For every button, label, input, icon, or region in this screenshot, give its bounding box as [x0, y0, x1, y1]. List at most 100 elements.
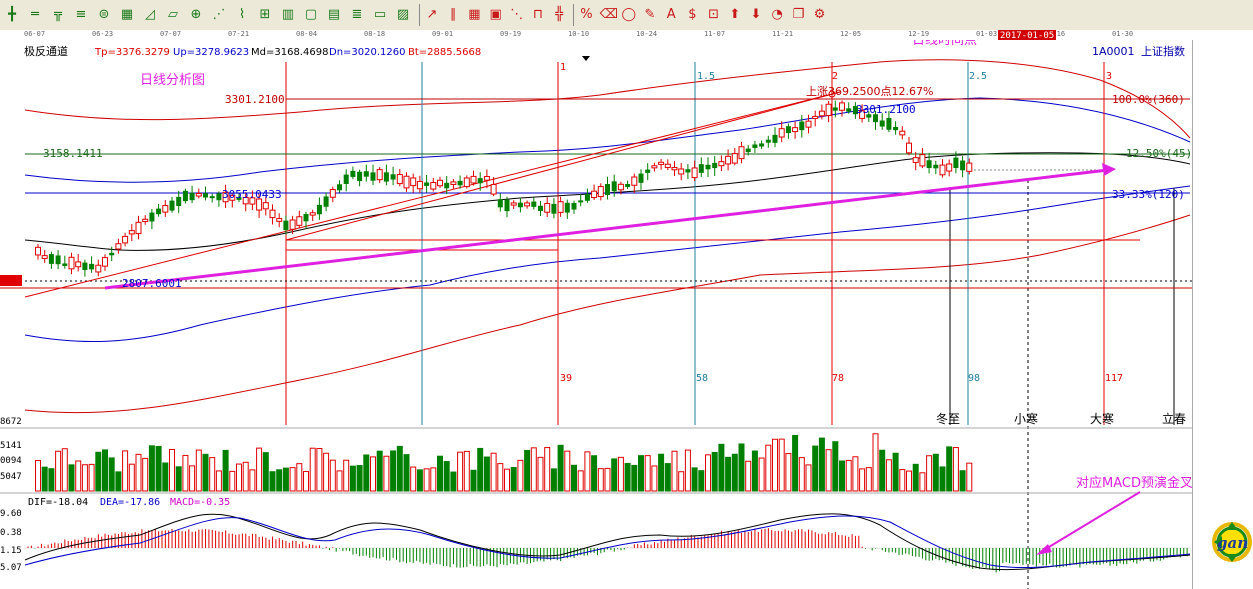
- lines-fan-icon[interactable]: ≡: [73, 7, 89, 23]
- volume-bar: [865, 467, 872, 492]
- drawing-toolbar: ╋ ═ ╦ ≡ ⊜ ▦ ◿ ▱ ⊕ ⋰ ⌇ ⊞ ▥ ▢ ▤ ≣ ▭ ▨ ↗ ∥ ▦ ▣ ⋱ ⊓ ╬% ⌫ ◯ ✎ A $ ⊡ ⬆ ⬇ ◔ ❐ ⚙: [0, 0, 1253, 31]
- rectangle-icon[interactable]: ▭: [372, 7, 388, 23]
- fib-box-icon[interactable]: ▨: [395, 7, 411, 23]
- volume-bar: [88, 463, 95, 492]
- grid-table-icon[interactable]: ▦: [466, 7, 482, 23]
- circle-equals-icon[interactable]: ⊜: [96, 7, 112, 23]
- zoom-box-icon[interactable]: ⊡: [706, 7, 722, 23]
- volume-bar: [678, 471, 685, 492]
- volume-bar: [698, 470, 705, 492]
- volume-bar: [571, 464, 577, 492]
- date-tick: 10-24: [636, 30, 658, 38]
- volume-bar: [772, 438, 778, 492]
- ruler-icon[interactable]: ⊓: [530, 7, 546, 23]
- volume-bar: [785, 453, 792, 492]
- volume-bar: [370, 456, 376, 492]
- volume-bar: [738, 443, 745, 492]
- bar-chart-icon[interactable]: ▤: [326, 7, 342, 23]
- volume-bar: [450, 471, 457, 492]
- bars-icon[interactable]: ▥: [280, 7, 296, 23]
- cross-cursor-icon[interactable]: ╋: [4, 7, 20, 23]
- speed-line-icon[interactable]: ⋰: [211, 7, 227, 23]
- volume-bar: [912, 463, 919, 492]
- volume-bar: [289, 467, 296, 492]
- price-line-icon[interactable]: ≣: [349, 7, 365, 23]
- volume-bar: [403, 454, 410, 492]
- macd-axis-3: 5.07: [0, 563, 22, 573]
- volume-bar: [202, 453, 209, 492]
- cross-lines-icon[interactable]: ╬: [551, 7, 567, 23]
- down-arrow-icon[interactable]: ⬇: [748, 7, 764, 23]
- fork-line-icon[interactable]: ╦: [50, 7, 66, 23]
- grid-icon[interactable]: ▦: [119, 7, 135, 23]
- volume-bar: [644, 455, 651, 492]
- triangle-line-icon[interactable]: ◿: [142, 7, 158, 23]
- parallel-lines-icon[interactable]: ∥: [445, 7, 461, 23]
- volume-bar: [885, 459, 892, 492]
- channel-box-icon[interactable]: ▣: [488, 7, 504, 23]
- volume-bar: [209, 457, 216, 492]
- time-point-label: 日线时间点: [912, 40, 977, 48]
- volume-bar: [919, 472, 926, 492]
- volume-bar: [550, 468, 557, 492]
- volume-bar: [745, 460, 752, 492]
- dollar-icon[interactable]: $: [684, 7, 700, 23]
- cycle-top-1-5: 1.5: [697, 71, 715, 82]
- text-icon[interactable]: A: [663, 7, 679, 23]
- brush-icon[interactable]: ✎: [642, 7, 658, 23]
- up-arrow-icon[interactable]: ⬆: [727, 7, 743, 23]
- volume-bar: [35, 459, 41, 492]
- layer-icon[interactable]: ❐: [790, 7, 806, 23]
- logo-text: gan: [1217, 534, 1248, 552]
- volume-bar: [175, 466, 182, 492]
- label-low-price: 2807.6001: [122, 277, 182, 290]
- period-icon[interactable]: ◔: [769, 7, 785, 23]
- volume-bar: [805, 464, 812, 492]
- volume-bar: [591, 455, 598, 492]
- volume-bar: [611, 458, 618, 492]
- fan-icon[interactable]: ⋱: [509, 7, 525, 23]
- param-md: Md=3168.4698: [251, 47, 328, 58]
- date-tick: 12-05: [840, 30, 862, 38]
- symbol-code: 1A0001: [1092, 45, 1135, 58]
- volume-bar: [751, 450, 758, 492]
- volume-bar: [222, 449, 229, 492]
- channel-icon[interactable]: ▱: [165, 7, 181, 23]
- volume-bar: [81, 464, 88, 492]
- macd-axis-2: 1.15: [0, 546, 22, 556]
- volume-bar: [457, 451, 464, 492]
- percent-icon[interactable]: %: [578, 7, 594, 23]
- solar-term-lichun: 立春: [1162, 411, 1186, 426]
- volume-bar: [845, 459, 852, 492]
- volume-bar: [651, 465, 658, 492]
- eraser-icon[interactable]: ⌫: [600, 7, 618, 23]
- horizontal-line-icon[interactable]: ═: [27, 7, 43, 23]
- volume-bar: [952, 447, 959, 492]
- param-dn: Dn=3020.1260: [329, 47, 406, 58]
- arrow-line-icon[interactable]: ↗: [424, 7, 440, 23]
- volume-bar: [256, 447, 263, 492]
- date-tick: 07-21: [228, 30, 250, 38]
- settings-icon[interactable]: ⚙: [812, 7, 828, 23]
- volume-bar: [155, 445, 162, 492]
- macd-value: MACD=-0.35: [170, 497, 230, 508]
- volume-bar: [818, 437, 825, 492]
- volume-bar: [859, 468, 866, 492]
- cycle-bottom-98: 98: [968, 373, 980, 384]
- volume-bar: [483, 456, 490, 492]
- box-icon[interactable]: ▢: [303, 7, 319, 23]
- date-tick: 01-30: [1112, 30, 1134, 38]
- volume-bar: [959, 470, 966, 492]
- gann-icon[interactable]: ⊞: [257, 7, 273, 23]
- volume-bar: [604, 467, 611, 492]
- cycle-bottom-58: 58: [696, 373, 708, 384]
- cycle-bottom-78: 78: [832, 373, 844, 384]
- steps-icon[interactable]: ⌇: [234, 7, 250, 23]
- target-icon[interactable]: ⊕: [188, 7, 204, 23]
- cycle-top-2-5: 2.5: [969, 71, 987, 82]
- date-tick: 12-19: [908, 30, 930, 38]
- volume-bar: [363, 454, 370, 492]
- volume-bar: [617, 456, 624, 492]
- ellipse-icon[interactable]: ◯: [621, 7, 637, 23]
- date-tick: 08-18: [364, 30, 386, 38]
